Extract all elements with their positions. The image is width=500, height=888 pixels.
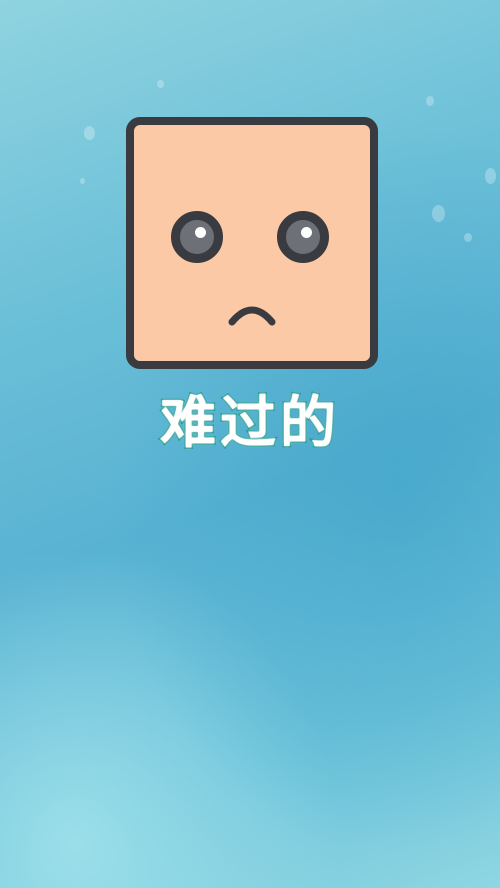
- eye-glint: [301, 227, 312, 238]
- screen-background: 难过的: [0, 0, 500, 888]
- bubble: [157, 80, 164, 88]
- sad-square-face-icon: [126, 117, 378, 369]
- frown-mouth-icon: [228, 306, 276, 326]
- right-eye-icon: [277, 211, 329, 263]
- bubble: [485, 168, 496, 184]
- left-eye-icon: [171, 211, 223, 263]
- bubble: [464, 233, 472, 242]
- emotion-caption: 难过的: [159, 390, 340, 458]
- bubble: [84, 126, 95, 140]
- eye-glint: [195, 227, 206, 238]
- bubble: [80, 178, 85, 184]
- bubble: [426, 96, 434, 106]
- bubble: [432, 205, 445, 222]
